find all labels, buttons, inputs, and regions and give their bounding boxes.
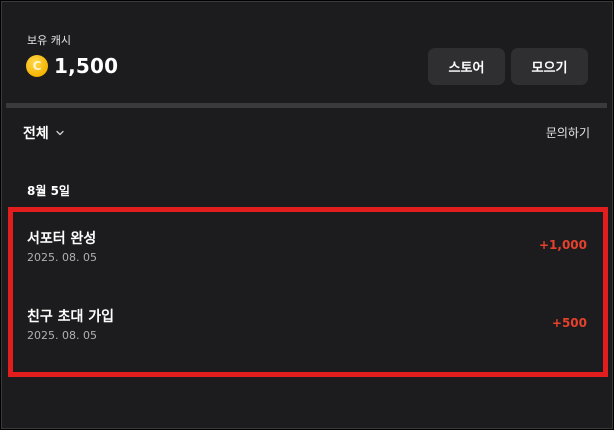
chevron-down-icon (56, 130, 64, 136)
collect-button[interactable]: 모으기 (511, 48, 588, 85)
balance-row: C 1,500 (26, 54, 118, 78)
inquiry-link[interactable]: 문의하기 (546, 124, 590, 141)
section-divider (6, 103, 607, 108)
coin-icon: C (26, 55, 48, 77)
cash-balance: 1,500 (54, 54, 119, 78)
cash-history-panel: 보유 캐시 C 1,500 스토어 모으기 전체 문의하기 8월 5일 서포터 … (1, 1, 613, 429)
filter-dropdown[interactable]: 전체 (23, 123, 65, 143)
highlight-box (8, 207, 608, 377)
cash-label: 보유 캐시 (27, 34, 71, 47)
coin-glyph: C (32, 59, 42, 73)
date-group-header: 8월 5일 (27, 184, 70, 198)
store-button[interactable]: 스토어 (428, 48, 505, 85)
filter-label: 전체 (23, 126, 49, 142)
cash-header: 보유 캐시 C 1,500 스토어 모으기 (2, 2, 612, 102)
